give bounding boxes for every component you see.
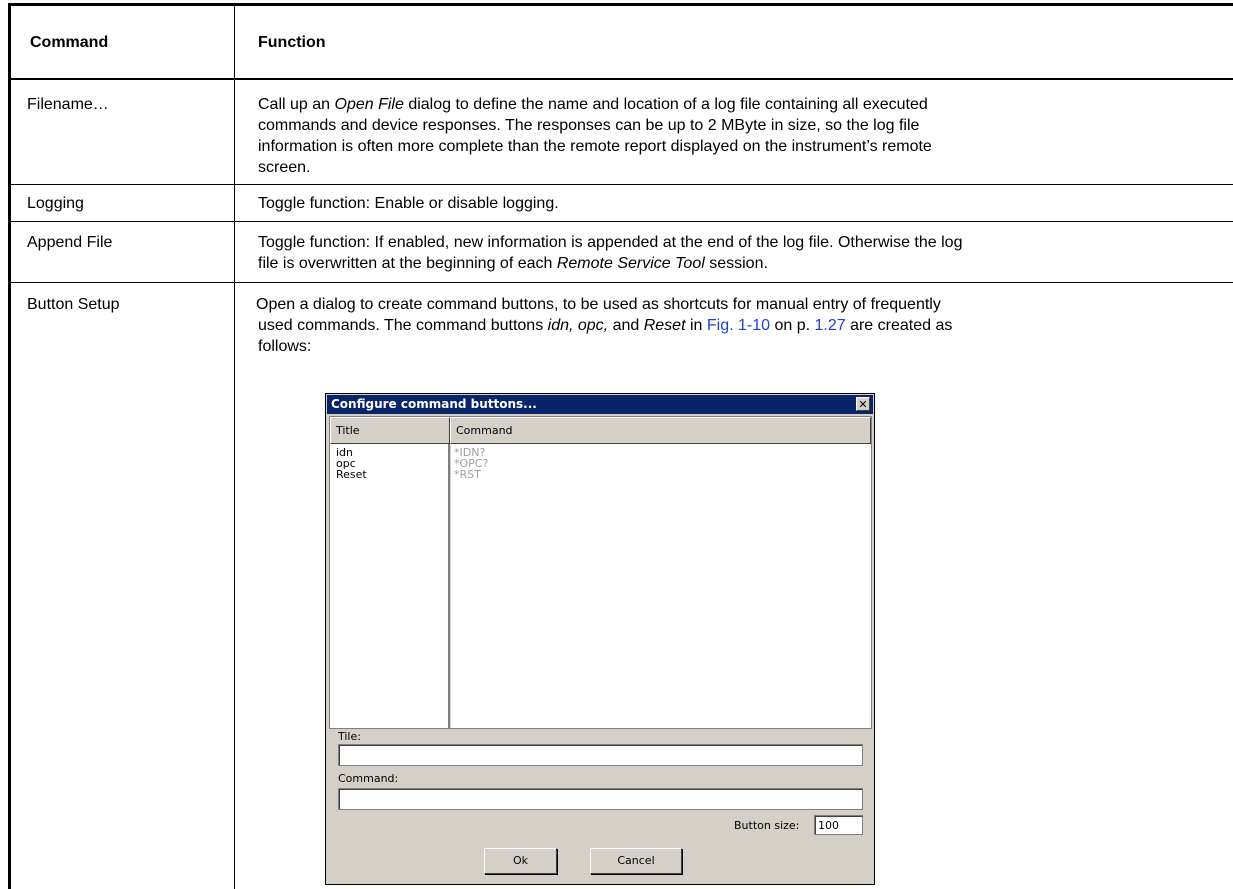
row-divider bbox=[8, 221, 1233, 222]
title-column: idn opc Reset bbox=[336, 447, 367, 480]
column-divider bbox=[234, 6, 235, 78]
text-line: commands and device responses. The respo… bbox=[258, 117, 920, 134]
row-filename-function: Call up an Open File dialog to define th… bbox=[258, 94, 1218, 178]
text-line: Open a dialog to create command buttons,… bbox=[256, 296, 941, 313]
column-divider bbox=[234, 80, 235, 889]
list-item[interactable]: Reset bbox=[336, 469, 367, 480]
list-item[interactable]: *RST bbox=[454, 469, 488, 480]
header-command: Command bbox=[30, 34, 109, 51]
table-border-left bbox=[8, 3, 11, 889]
page-link[interactable]: 1.27 bbox=[814, 317, 845, 334]
text-line: file is overwritten at the beginning of … bbox=[258, 255, 768, 272]
ok-button[interactable]: Ok bbox=[484, 848, 557, 874]
tile-label: Tile: bbox=[338, 730, 361, 743]
row-button-setup-function: Open a dialog to create command buttons,… bbox=[256, 294, 1216, 357]
figure-link[interactable]: Fig. 1-10 bbox=[707, 317, 770, 334]
text-line: screen. bbox=[258, 159, 311, 176]
dialog-titlebar: Configure command buttons... ✕ bbox=[327, 395, 873, 414]
column-header-command[interactable]: Command bbox=[450, 417, 871, 444]
column-divider bbox=[448, 444, 451, 728]
command-column: *IDN? *OPC? *RST bbox=[454, 447, 488, 480]
dialog-title: Configure command buttons... bbox=[331, 397, 537, 411]
header-divider bbox=[8, 78, 1233, 80]
button-list[interactable]: Title Command idn opc Reset *IDN? *OPC? … bbox=[329, 416, 872, 729]
row-append-command: Append File bbox=[27, 234, 113, 251]
row-button-setup-command: Button Setup bbox=[27, 296, 120, 313]
command-input[interactable] bbox=[338, 788, 863, 810]
column-header-title[interactable]: Title bbox=[330, 417, 450, 444]
row-divider bbox=[8, 282, 1233, 283]
cancel-button[interactable]: Cancel bbox=[590, 848, 682, 874]
text-line: information is often more complete than … bbox=[258, 138, 932, 155]
table-border-top bbox=[8, 3, 1233, 6]
row-logging-command: Logging bbox=[27, 195, 84, 212]
header-function: Function bbox=[258, 34, 326, 51]
text-line: used commands. The command buttons idn, … bbox=[258, 317, 953, 334]
button-size-input[interactable] bbox=[814, 815, 863, 835]
row-append-function: Toggle function: If enabled, new informa… bbox=[258, 232, 1218, 274]
button-size-label: Button size: bbox=[734, 819, 800, 832]
close-icon[interactable]: ✕ bbox=[856, 397, 870, 411]
row-filename-command: Filename… bbox=[27, 96, 109, 113]
tile-input[interactable] bbox=[338, 744, 863, 766]
text-line: Toggle function: If enabled, new informa… bbox=[258, 234, 963, 251]
command-label: Command: bbox=[338, 772, 399, 785]
configure-buttons-dialog: Configure command buttons... ✕ Title Com… bbox=[325, 393, 875, 885]
text-line: follows: bbox=[258, 338, 312, 355]
row-logging-function: Toggle function: Enable or disable loggi… bbox=[258, 195, 559, 212]
text-line: Call up an Open File dialog to define th… bbox=[258, 96, 928, 113]
row-divider bbox=[8, 184, 1233, 185]
